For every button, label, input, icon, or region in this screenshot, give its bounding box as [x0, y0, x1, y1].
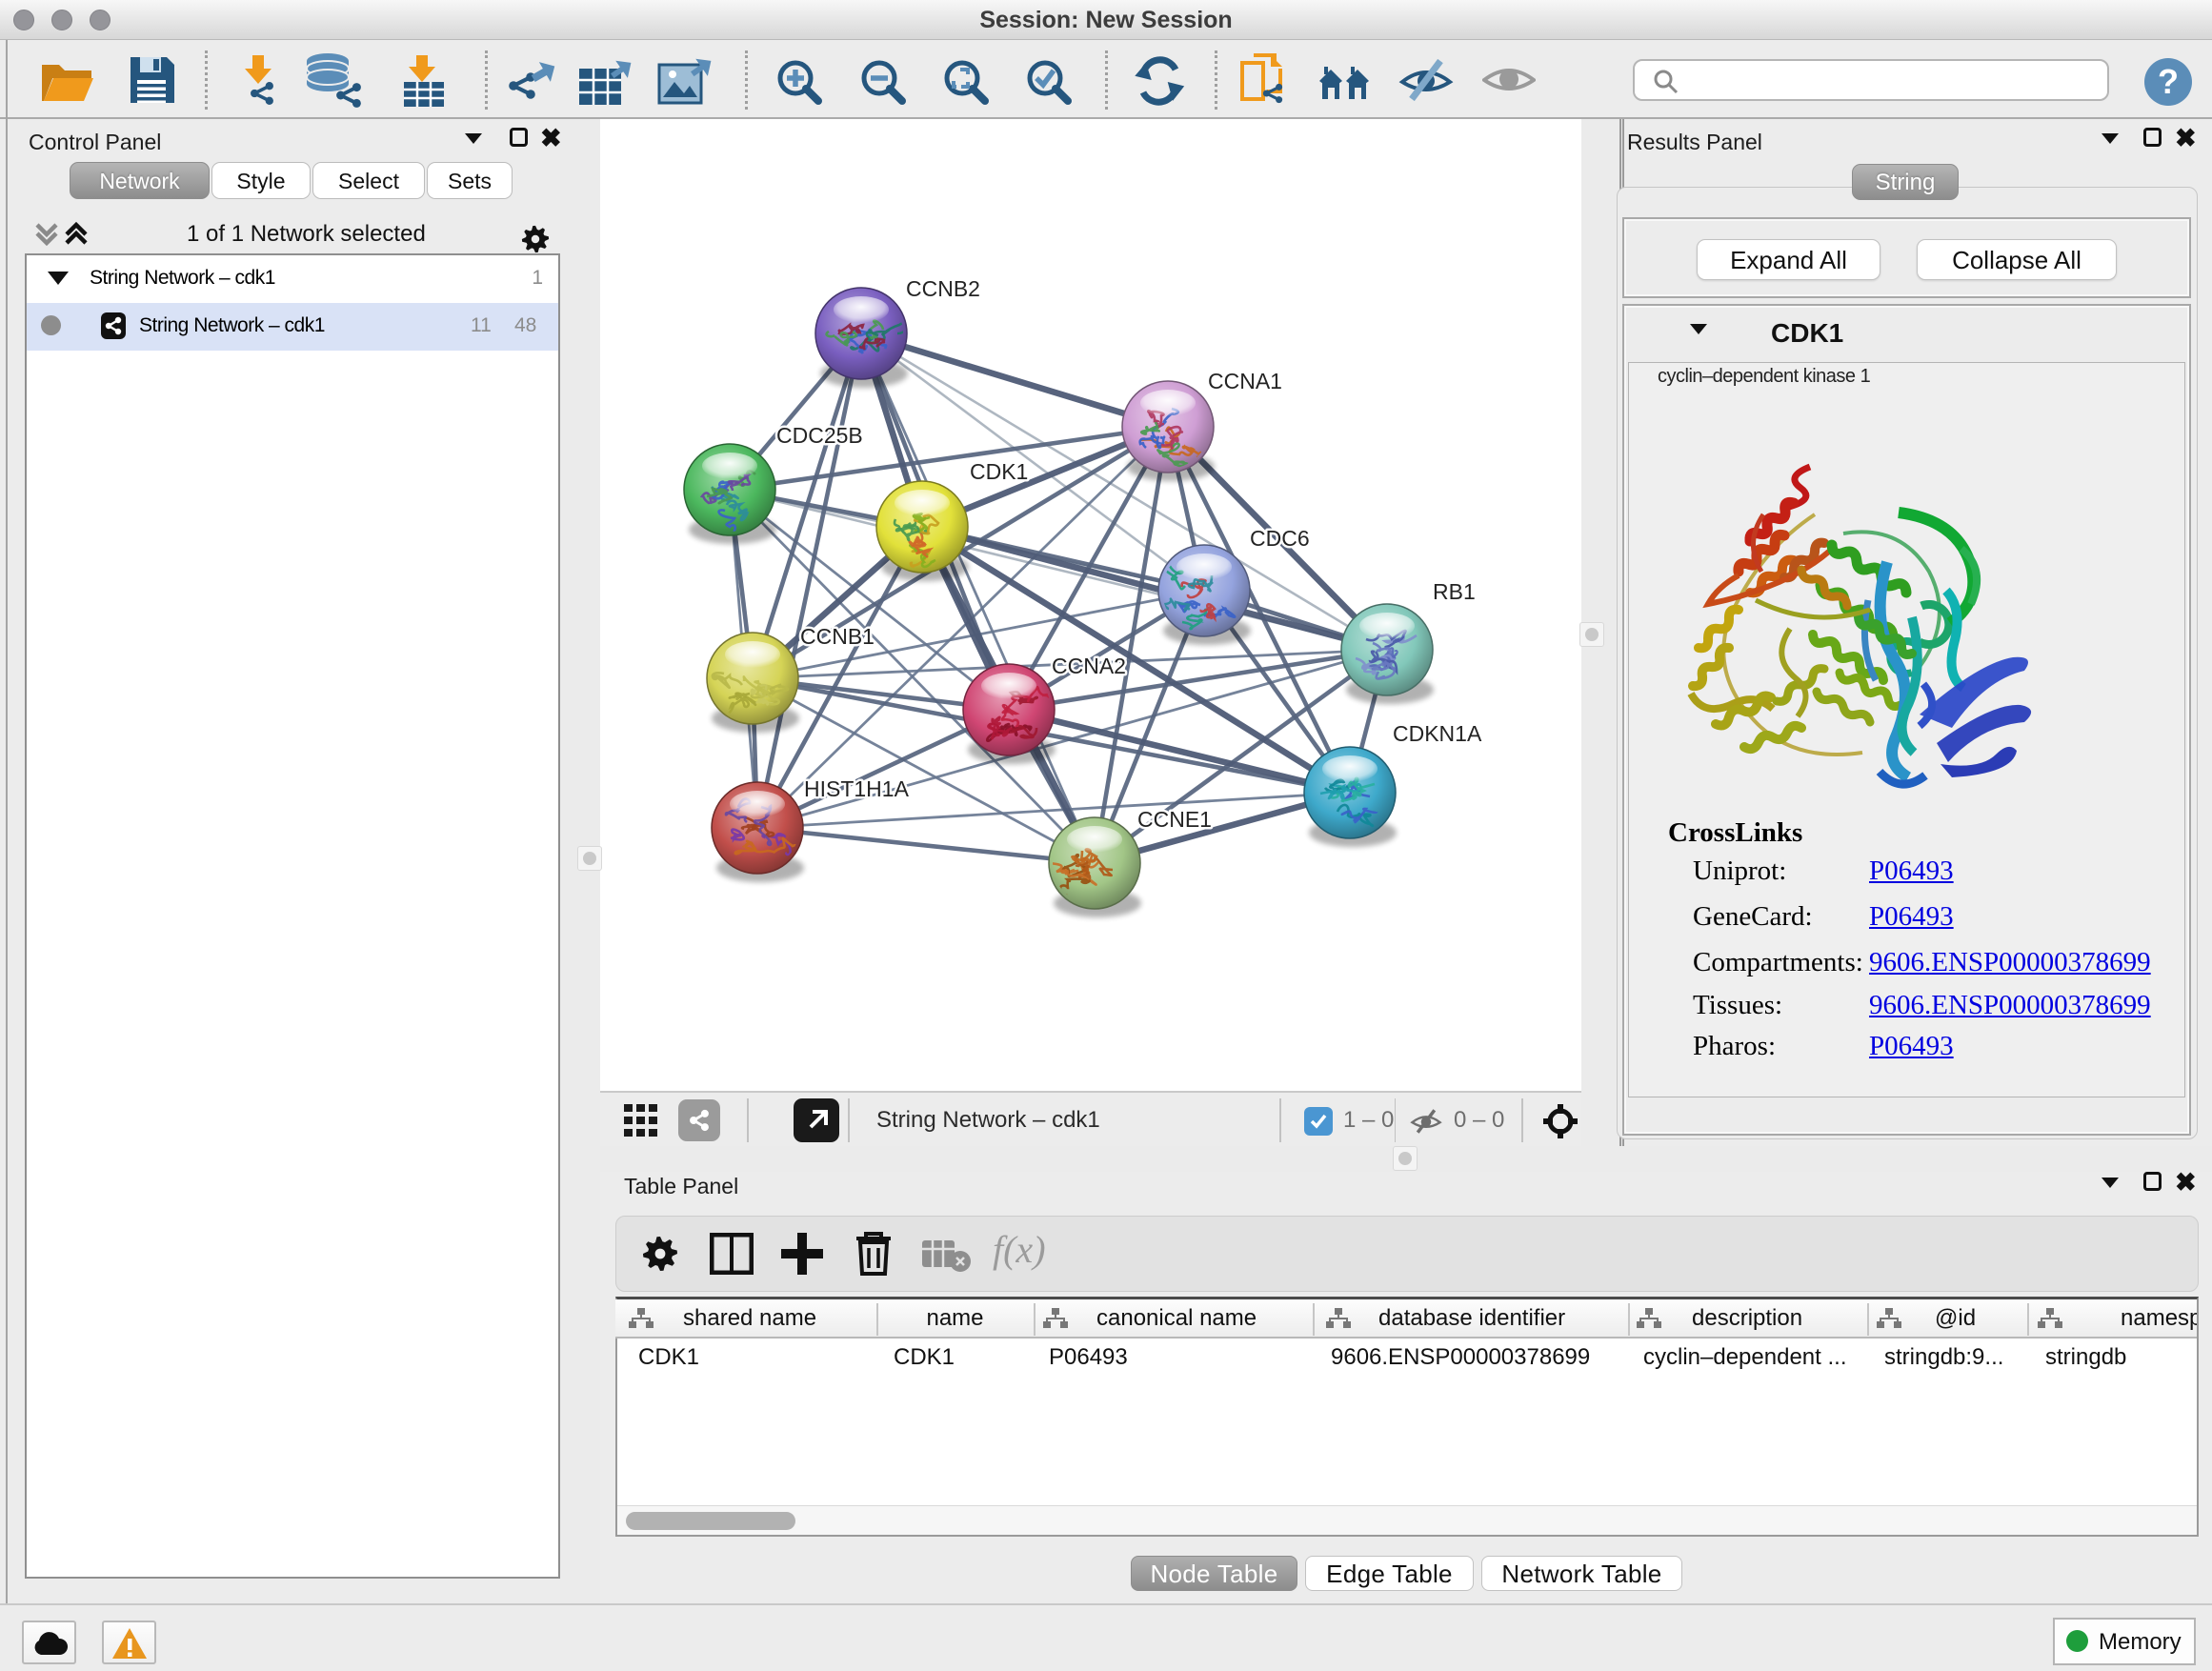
svg-text:CDC25B: CDC25B	[776, 423, 863, 448]
svg-text:CCNE1: CCNE1	[1137, 807, 1212, 832]
svg-text:HIST1H1A: HIST1H1A	[804, 776, 910, 801]
svg-text:?: ?	[2158, 62, 2179, 101]
svg-text:CDK1: CDK1	[970, 459, 1028, 484]
svg-text:CCNB1: CCNB1	[800, 624, 875, 649]
svg-text:CCNA2: CCNA2	[1052, 654, 1126, 678]
svg-text:CDC6: CDC6	[1250, 526, 1310, 551]
svg-text:CDKN1A: CDKN1A	[1393, 721, 1482, 746]
svg-text:RB1: RB1	[1433, 579, 1476, 604]
svg-text:CCNA1: CCNA1	[1208, 369, 1282, 393]
svg-text:CCNB2: CCNB2	[906, 276, 980, 301]
